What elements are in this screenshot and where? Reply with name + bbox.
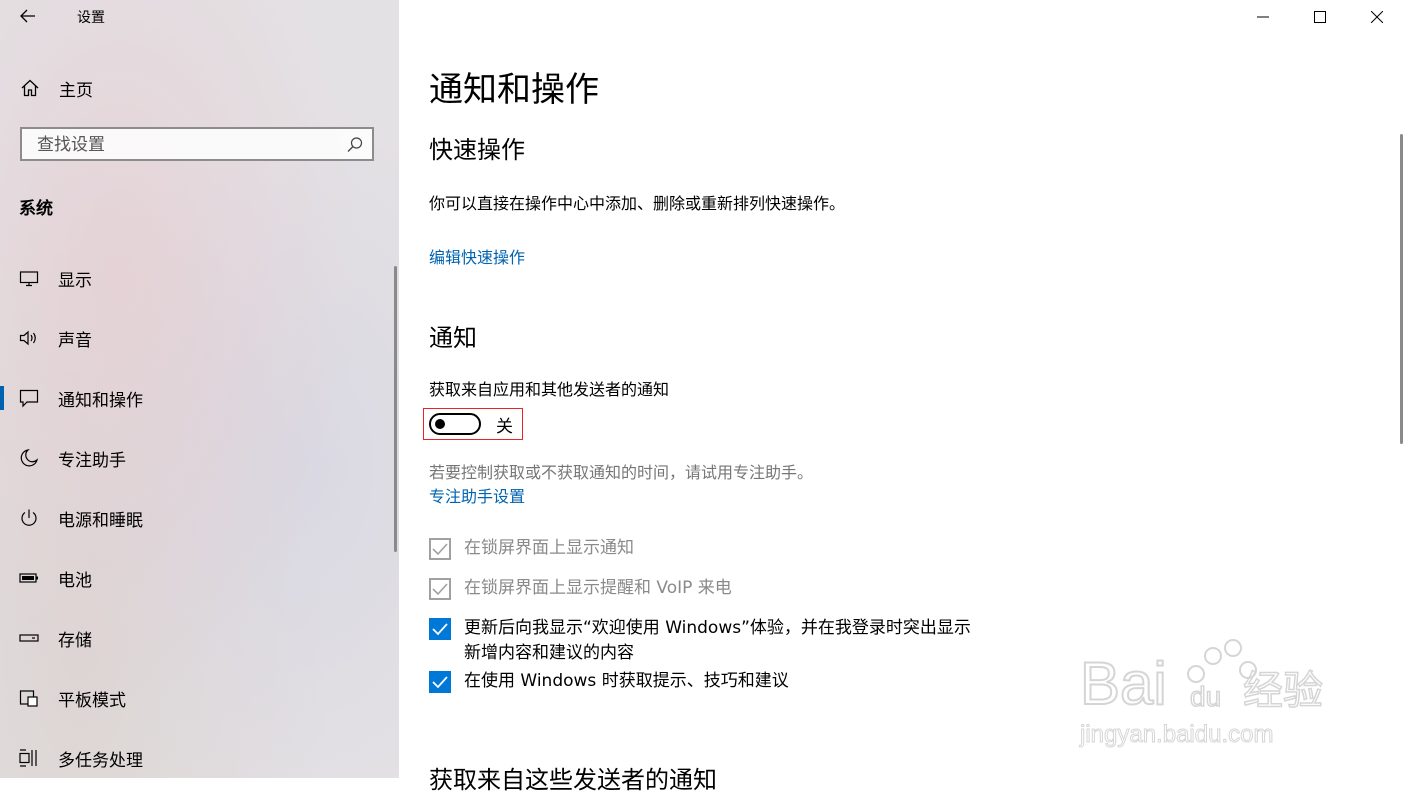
sidebar-scrollbar[interactable] <box>394 266 397 552</box>
toggle-knob <box>435 419 445 429</box>
checkbox-label: 更新后向我显示“欢迎使用 Windows”体验，并在我登录时突出显示 新增内容和… <box>464 616 971 666</box>
quick-actions-description: 你可以直接在操作中心中添加、删除或重新排列快速操作。 <box>429 194 846 213</box>
page-title: 通知和操作 <box>429 70 599 110</box>
moon-icon <box>19 448 39 468</box>
edit-quick-actions-link[interactable]: 编辑快速操作 <box>429 244 525 268</box>
multitask-icon <box>19 748 39 768</box>
sidebar-item-home[interactable]: 主页 <box>0 70 399 106</box>
sidebar-item-notifications[interactable]: 通知和操作 <box>0 368 399 428</box>
checkmark-icon <box>432 623 448 636</box>
sidebar-item-label: 电源和睡眠 <box>58 510 143 531</box>
sidebar-item-label: 声音 <box>58 330 92 351</box>
back-button[interactable] <box>14 4 42 28</box>
checkmark-icon <box>432 583 448 596</box>
sidebar-item-label: 专注助手 <box>58 450 126 471</box>
sidebar-item-battery[interactable]: 电池 <box>0 548 399 608</box>
home-icon <box>20 78 40 98</box>
checkbox[interactable] <box>429 538 451 560</box>
svg-text:经验: 经验 <box>1243 668 1323 714</box>
section-header-system: 系统 <box>19 199 53 219</box>
toggle-state-label: 关 <box>496 416 513 437</box>
app-title: 设置 <box>77 10 105 26</box>
sidebar-item-multitasking[interactable]: 多任务处理 <box>0 728 399 778</box>
sidebar-nav: 显示 声音 通知和操作 专注助手 电源和睡眠 电池 存储 平板模式 多任务处理 <box>0 248 399 778</box>
svg-text:jingyan.baidu.com: jingyan.baidu.com <box>1079 721 1273 748</box>
sidebar-item-power-sleep[interactable]: 电源和睡眠 <box>0 488 399 548</box>
sidebar-item-focus-assist[interactable]: 专注助手 <box>0 428 399 488</box>
baidu-jingyan-watermark-logo: Bai du 经验 jingyan.baidu.com <box>1079 639 1324 749</box>
maximize-button[interactable] <box>1291 0 1348 34</box>
sidebar-item-label: 通知和操作 <box>58 390 143 411</box>
sidebar: 设置 主页 系统 显示 声音 <box>0 0 399 778</box>
window-controls <box>1234 0 1405 34</box>
sidebar-item-label: 多任务处理 <box>58 750 143 771</box>
sidebar-item-tablet-mode[interactable]: 平板模式 <box>0 668 399 728</box>
search-box[interactable] <box>20 127 374 161</box>
minimize-icon <box>1256 16 1269 18</box>
sidebar-item-label: 电池 <box>58 570 92 591</box>
notifications-toggle-caption: 获取来自应用和其他发送者的通知 <box>429 380 670 399</box>
tablet-icon <box>19 688 39 708</box>
minimize-button[interactable] <box>1234 0 1291 34</box>
speaker-icon <box>19 328 39 348</box>
maximize-icon <box>1313 11 1326 23</box>
close-button[interactable] <box>1348 0 1405 34</box>
power-icon <box>19 508 39 528</box>
checkbox-label: 在锁屏界面上显示提醒和 VoIP 来电 <box>464 578 732 598</box>
checkbox-label-line2: 新增内容和建议的内容 <box>464 643 634 663</box>
checkbox[interactable] <box>429 671 451 693</box>
checkbox-welcome-experience[interactable]: 更新后向我显示“欢迎使用 Windows”体验，并在我登录时突出显示 新增内容和… <box>429 618 971 666</box>
monitor-icon <box>19 268 39 288</box>
storage-icon <box>19 628 39 648</box>
notifications-toggle[interactable] <box>429 413 481 435</box>
checkbox-tips-tricks[interactable]: 在使用 Windows 时获取提示、技巧和建议 <box>429 671 789 694</box>
checkbox-label: 在使用 Windows 时获取提示、技巧和建议 <box>464 671 789 691</box>
focus-assist-hint: 若要控制获取或不获取通知的时间，请试用专注助手。 <box>429 463 814 482</box>
svg-text:du: du <box>1190 681 1221 712</box>
notifications-heading: 通知 <box>429 324 477 352</box>
search-input[interactable] <box>35 129 339 161</box>
checkmark-icon <box>432 676 448 689</box>
sidebar-item-label: 显示 <box>58 270 92 291</box>
close-icon <box>1370 11 1383 23</box>
quick-actions-heading: 快速操作 <box>429 136 525 164</box>
sidebar-item-sound[interactable]: 声音 <box>0 308 399 368</box>
notifications-toggle-highlight: 关 <box>423 408 523 440</box>
checkbox-label-line1: 更新后向我显示“欢迎使用 Windows”体验，并在我登录时突出显示 <box>464 618 971 638</box>
checkbox[interactable] <box>429 618 451 640</box>
checkbox-lock-screen-reminders[interactable]: 在锁屏界面上显示提醒和 VoIP 来电 <box>429 578 732 601</box>
back-arrow-icon <box>20 9 35 23</box>
checkbox-lock-screen-notifications[interactable]: 在锁屏界面上显示通知 <box>429 538 634 561</box>
battery-icon <box>19 568 39 588</box>
notification-icon <box>19 388 39 408</box>
sidebar-item-storage[interactable]: 存储 <box>0 608 399 668</box>
title-bar: 设置 <box>0 0 399 34</box>
main-scrollbar[interactable] <box>1400 134 1403 444</box>
svg-text:Bai: Bai <box>1080 650 1167 717</box>
sidebar-item-label: 主页 <box>59 80 93 101</box>
sidebar-item-display[interactable]: 显示 <box>0 248 399 308</box>
checkmark-icon <box>432 543 448 556</box>
checkbox[interactable] <box>429 578 451 600</box>
sidebar-item-label: 存储 <box>58 630 92 651</box>
search-icon[interactable] <box>346 136 364 154</box>
focus-assist-settings-link[interactable]: 专注助手设置 <box>429 483 525 507</box>
checkbox-label: 在锁屏界面上显示通知 <box>464 538 634 558</box>
sidebar-item-label: 平板模式 <box>58 690 126 711</box>
